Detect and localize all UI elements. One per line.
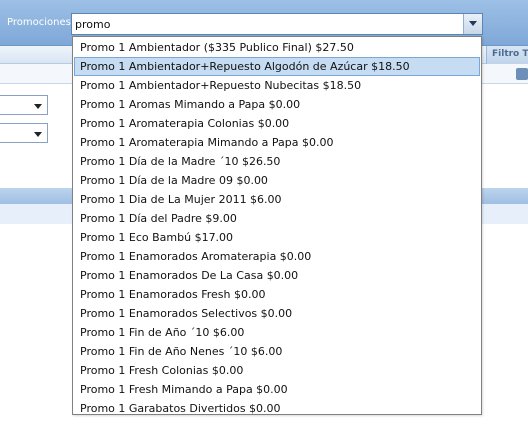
dropdown-option[interactable]: Promo 1 Fresh Colonias $0.00 <box>74 361 480 380</box>
dropdown-option[interactable]: Promo 1 Garabatos Divertidos $0.00 <box>74 399 480 414</box>
dropdown-option[interactable]: Promo 1 Fin de Año Nenes ´10 $6.00 <box>74 342 480 361</box>
dropdown-option[interactable]: Promo 1 Día de la Madre 09 $0.00 <box>74 171 480 190</box>
dropdown-option[interactable]: Promo 1 Enamorados Selectivos $0.00 <box>74 304 480 323</box>
column-header-filtro[interactable]: Filtro Ti <box>486 46 528 64</box>
chevron-down-icon <box>34 132 42 137</box>
column-header-filtro-label: Filtro Ti <box>492 49 528 59</box>
dropdown-option[interactable]: Promo 1 Ambientador ($335 Publico Final)… <box>74 38 480 57</box>
dropdown-option[interactable]: Promo 1 Ambientador+Repuesto Nubecitas $… <box>74 76 480 95</box>
dropdown-option[interactable]: Promo 1 Enamorados Fresh $0.00 <box>74 285 480 304</box>
dropdown-option[interactable]: Promo 1 Día de la Madre ´10 $26.50 <box>74 152 480 171</box>
dropdown-option[interactable]: Promo 1 Dia de La Mujer 2011 $6.00 <box>74 190 480 209</box>
promociones-input[interactable] <box>75 15 460 33</box>
dropdown-option[interactable]: Promo 1 Aromaterapia Mimando a Papa $0.0… <box>74 133 480 152</box>
promociones-combobox[interactable] <box>71 13 483 35</box>
left-select-1[interactable] <box>0 95 48 115</box>
dropdown-option[interactable]: Promo 1 Eco Bambú $17.00 <box>74 228 480 247</box>
dropdown-option[interactable]: Promo 1 Ambientador+Repuesto Algodón de … <box>74 57 480 76</box>
combobox-toggle-button[interactable] <box>463 14 482 34</box>
dropdown-option[interactable]: Promo 1 Fin de Año ´10 $6.00 <box>74 323 480 342</box>
dropdown-option[interactable]: Promo 1 Enamorados Aromaterapia $0.00 <box>74 247 480 266</box>
refresh-icon[interactable] <box>516 68 528 80</box>
chevron-down-icon <box>34 104 42 109</box>
chevron-down-icon <box>469 21 477 26</box>
dropdown-option[interactable]: Promo 1 Enamorados De La Casa $0.00 <box>74 266 480 285</box>
page: Promociones Filtro Ti Promo 1 Ambientado… <box>0 0 528 434</box>
dropdown-option[interactable]: Promo 1 Aromaterapia Colonias $0.00 <box>74 114 480 133</box>
dropdown-option[interactable]: Promo 1 Aromas Mimando a Papa $0.00 <box>74 95 480 114</box>
dropdown-option[interactable]: Promo 1 Fresh Mimando a Papa $0.00 <box>74 380 480 399</box>
promociones-label: Promociones <box>7 17 71 28</box>
left-select-2[interactable] <box>0 123 48 143</box>
dropdown-option[interactable]: Promo 1 Día del Padre $9.00 <box>74 209 480 228</box>
promociones-dropdown-list: Promo 1 Ambientador ($335 Publico Final)… <box>72 36 482 415</box>
